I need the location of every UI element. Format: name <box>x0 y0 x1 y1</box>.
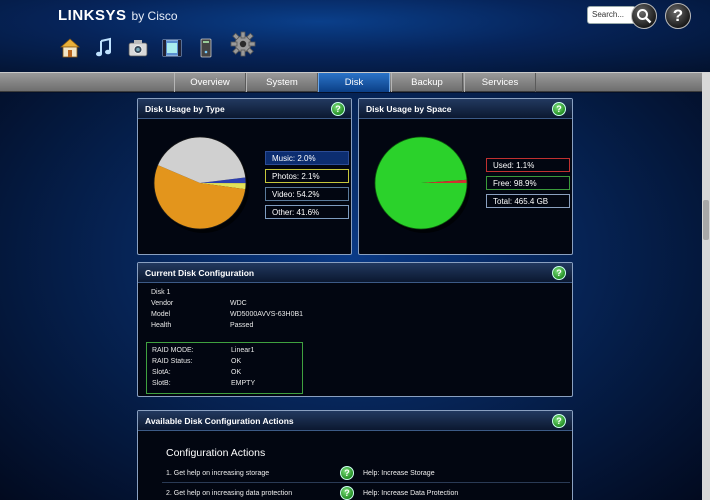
legend-free: Free: 98.9% <box>486 176 570 190</box>
health-value: Passed <box>230 322 254 329</box>
storage-icon[interactable] <box>194 36 218 60</box>
page-scrollbar[interactable] <box>702 72 710 500</box>
tab-disk[interactable]: Disk <box>318 73 390 92</box>
help-icon[interactable]: ? <box>552 414 566 428</box>
settings-gear-icon[interactable] <box>228 28 258 60</box>
home-icon[interactable] <box>58 36 82 60</box>
disk-space-pie-chart <box>374 136 470 233</box>
help-icon[interactable]: ? <box>340 466 354 480</box>
action-increase-storage[interactable]: 1. Get help on increasing storage <box>166 470 269 477</box>
vendor-label: Vendor <box>151 300 174 307</box>
panel-title: Disk Usage by Space ? <box>359 99 572 119</box>
panel-title: Available Disk Configuration Actions ? <box>138 411 572 431</box>
disk-page-content: Disk Usage by Type ? Music: 2.0% Photos:… <box>0 93 702 500</box>
row-divider <box>162 482 570 483</box>
panel-title: Current Disk Configuration ? <box>138 263 572 283</box>
health-label: Health <box>151 322 172 329</box>
scrollbar-thumb[interactable] <box>703 200 709 240</box>
raid-info-box: RAID MODE: Linear1 RAID Status: OK SlotA… <box>146 342 303 394</box>
music-icon[interactable] <box>92 36 116 60</box>
search-button[interactable] <box>631 3 657 29</box>
help-icon[interactable]: ? <box>552 102 566 116</box>
help-increase-storage-link[interactable]: Help: Increase Storage <box>363 470 435 477</box>
slot-a-label: SlotA: <box>152 369 171 376</box>
raid-mode-label: RAID MODE: <box>152 347 194 354</box>
help-icon[interactable]: ? <box>331 102 345 116</box>
disk-usage-type-panel: Disk Usage by Type ? Music: 2.0% Photos:… <box>137 98 352 255</box>
app-header: LINKSYS by Cisco Search... ? <box>0 0 710 72</box>
help-button[interactable]: ? <box>665 3 691 29</box>
model-label: Model <box>151 311 171 318</box>
raid-status-value: OK <box>231 358 242 365</box>
search-icon <box>637 9 652 24</box>
tab-system[interactable]: System <box>246 73 318 92</box>
app-launcher-bar <box>58 28 258 60</box>
slot-a-value: OK <box>231 369 242 376</box>
help-increase-protection-link[interactable]: Help: Increase Data Protection <box>363 490 458 497</box>
disk-usage-space-title: Disk Usage by Space <box>366 104 452 114</box>
tab-overview[interactable]: Overview <box>174 73 246 92</box>
photos-icon[interactable] <box>126 36 150 60</box>
brand-logo: LINKSYS by Cisco <box>58 7 178 27</box>
video-icon[interactable] <box>160 36 184 60</box>
legend-used: Used: 1.1% <box>486 158 570 172</box>
legend-video: Video: 54.2% <box>265 187 349 201</box>
disk-label: Disk 1 <box>151 289 171 296</box>
vendor-value: WDC <box>230 300 247 307</box>
panel-title: Disk Usage by Type ? <box>138 99 351 119</box>
disk-actions-panel: Available Disk Configuration Actions ? C… <box>137 410 573 500</box>
tab-backup[interactable]: Backup <box>391 73 463 92</box>
model-value: WD5000AVVS-63H0B1 <box>230 311 304 318</box>
legend-total: Total: 465.4 GB <box>486 194 570 208</box>
legend-other: Other: 41.6% <box>265 205 349 219</box>
legend-music: Music: 2.0% <box>265 151 349 165</box>
brand-name: LINKSYS <box>58 7 127 24</box>
slot-b-value: EMPTY <box>231 380 256 387</box>
legend-photos: Photos: 2.1% <box>265 169 349 183</box>
tab-services[interactable]: Services <box>464 73 536 92</box>
slot-b-label: SlotB: <box>152 380 171 387</box>
help-icon[interactable]: ? <box>340 486 354 500</box>
main-tab-bar: Overview System Disk Backup Services <box>0 72 702 92</box>
pie-slice-free <box>375 137 467 230</box>
raid-status-label: RAID Status: <box>152 358 193 365</box>
current-disk-config-panel: Current Disk Configuration ? Disk 1 Vend… <box>137 262 573 397</box>
search-input[interactable]: Search... <box>587 6 636 24</box>
brand-suffix: by Cisco <box>131 9 178 23</box>
actions-title: Available Disk Configuration Actions <box>145 416 294 426</box>
help-icon[interactable]: ? <box>552 266 566 280</box>
action-increase-protection[interactable]: 2. Get help on increasing data protectio… <box>166 490 292 497</box>
config-actions-subtitle: Configuration Actions <box>166 447 266 459</box>
disk-type-pie-chart <box>153 136 249 233</box>
raid-mode-value: Linear1 <box>231 347 255 354</box>
disk-usage-type-title: Disk Usage by Type <box>145 104 225 114</box>
disk-usage-space-panel: Disk Usage by Space ? Used: 1.1% Free: 9… <box>358 98 573 255</box>
current-config-title: Current Disk Configuration <box>145 268 255 278</box>
